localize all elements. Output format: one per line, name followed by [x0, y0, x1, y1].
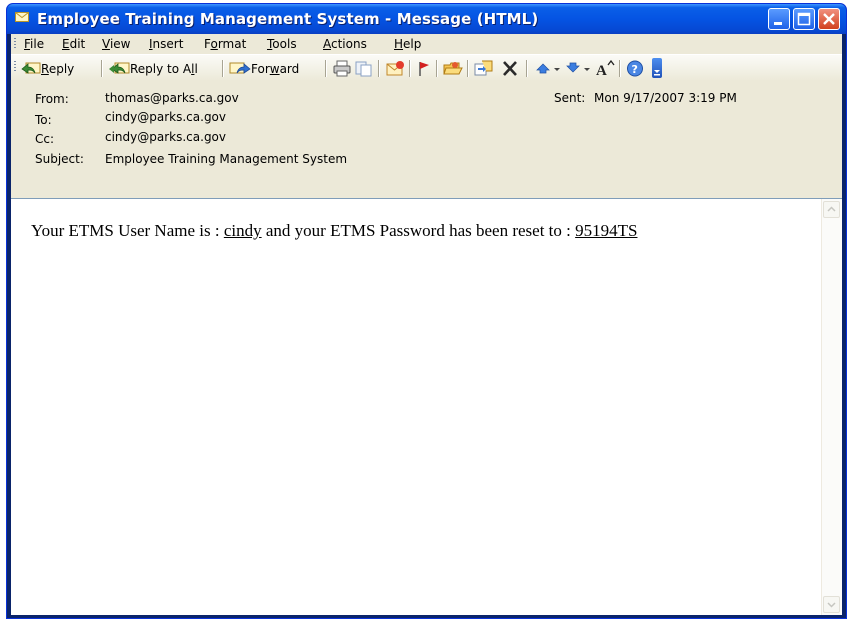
minimize-button[interactable]: [768, 8, 790, 30]
send-receive-icon[interactable]: [385, 60, 405, 77]
reply-icon: [21, 62, 41, 74]
menu-bar: File Edit View Insert Format Tools Actio…: [11, 34, 842, 54]
print-icon[interactable]: [333, 60, 351, 77]
from-value[interactable]: thomas@parks.ca.gov: [105, 91, 239, 105]
to-value[interactable]: cindy@parks.ca.gov: [105, 110, 226, 124]
close-button[interactable]: [818, 8, 840, 30]
minimize-icon: [774, 22, 782, 25]
forward-button[interactable]: Forward: [229, 60, 299, 78]
forward-icon: [229, 62, 251, 74]
delete-icon[interactable]: [501, 60, 519, 77]
copy-icon[interactable]: [355, 60, 373, 77]
menu-insert[interactable]: Insert: [149, 37, 183, 51]
toolbar-separator: [467, 60, 469, 77]
menu-help[interactable]: Help: [394, 37, 421, 51]
toolbar-separator: [101, 60, 103, 77]
vertical-scrollbar[interactable]: [821, 199, 842, 615]
sent-label: Sent:: [554, 91, 586, 105]
open-folder-icon[interactable]: [443, 60, 463, 77]
toolbar-separator: [619, 60, 621, 77]
flag-icon[interactable]: [417, 60, 431, 77]
toolbar-separator: [325, 60, 327, 77]
reply-button[interactable]: Reply: [21, 60, 74, 78]
toolbar-options-icon: [654, 70, 660, 76]
to-label: To:: [35, 113, 52, 127]
svg-text:?: ?: [632, 63, 638, 76]
standard-toolbar: Reply Reply to All Forward A ?: [11, 54, 842, 82]
toolbar-separator: [378, 60, 380, 77]
message-window: Employee Training Management System - Me…: [6, 3, 847, 619]
svg-text:A: A: [596, 63, 607, 77]
menu-format[interactable]: Format: [204, 37, 246, 51]
from-label: From:: [35, 92, 69, 106]
menu-actions[interactable]: Actions: [323, 37, 367, 51]
subject-label: Subject:: [35, 152, 84, 166]
toolbar-separator: [409, 60, 411, 77]
sent-value: Mon 9/17/2007 3:19 PM: [594, 91, 737, 105]
next-item-icon[interactable]: [565, 60, 591, 77]
message-text-part2: and your ETMS Password has been reset to…: [261, 221, 576, 240]
toolbar-grip[interactable]: [14, 61, 16, 73]
password-value: 95194TS: [575, 221, 638, 240]
envelope-icon: [15, 12, 29, 22]
reply-all-button[interactable]: Reply to All: [108, 60, 198, 78]
move-to-folder-icon[interactable]: [474, 60, 494, 77]
help-icon[interactable]: ?: [626, 60, 644, 77]
window-title: Employee Training Management System - Me…: [37, 10, 539, 28]
chevron-up-icon: [827, 206, 836, 212]
message-body[interactable]: Your ETMS User Name is : cindy and your …: [11, 198, 842, 615]
menu-view[interactable]: View: [102, 37, 130, 51]
menu-tools[interactable]: Tools: [267, 37, 297, 51]
cc-value[interactable]: cindy@parks.ca.gov: [105, 130, 226, 144]
cc-label: Cc:: [35, 132, 55, 146]
subject-value: Employee Training Management System: [105, 152, 348, 166]
toolbar-separator: [436, 60, 438, 77]
scroll-down-button[interactable]: [823, 596, 840, 613]
toolbar-options-button[interactable]: [652, 58, 662, 78]
window-client-area: File Edit View Insert Format Tools Actio…: [11, 34, 842, 615]
close-icon: [823, 13, 835, 25]
reply-all-icon: [109, 62, 130, 74]
chevron-down-icon: [827, 602, 836, 608]
toolbar-separator: [526, 60, 528, 77]
title-bar[interactable]: Employee Training Management System - Me…: [7, 4, 846, 34]
username-value: cindy: [223, 221, 262, 240]
maximize-icon: [797, 12, 811, 26]
message-header: From: thomas@parks.ca.gov Sent: Mon 9/17…: [11, 81, 842, 198]
message-text: Your ETMS User Name is : cindy and your …: [31, 221, 637, 241]
message-text-part1: Your ETMS User Name is :: [31, 221, 224, 240]
scroll-up-button[interactable]: [823, 201, 840, 218]
previous-item-icon[interactable]: [535, 60, 561, 77]
menubar-grip[interactable]: [14, 38, 16, 50]
toolbar-separator: [222, 60, 224, 77]
maximize-button[interactable]: [793, 8, 815, 30]
menu-file[interactable]: File: [24, 37, 44, 51]
font-size-icon[interactable]: A: [595, 60, 615, 77]
menu-edit[interactable]: Edit: [62, 37, 85, 51]
